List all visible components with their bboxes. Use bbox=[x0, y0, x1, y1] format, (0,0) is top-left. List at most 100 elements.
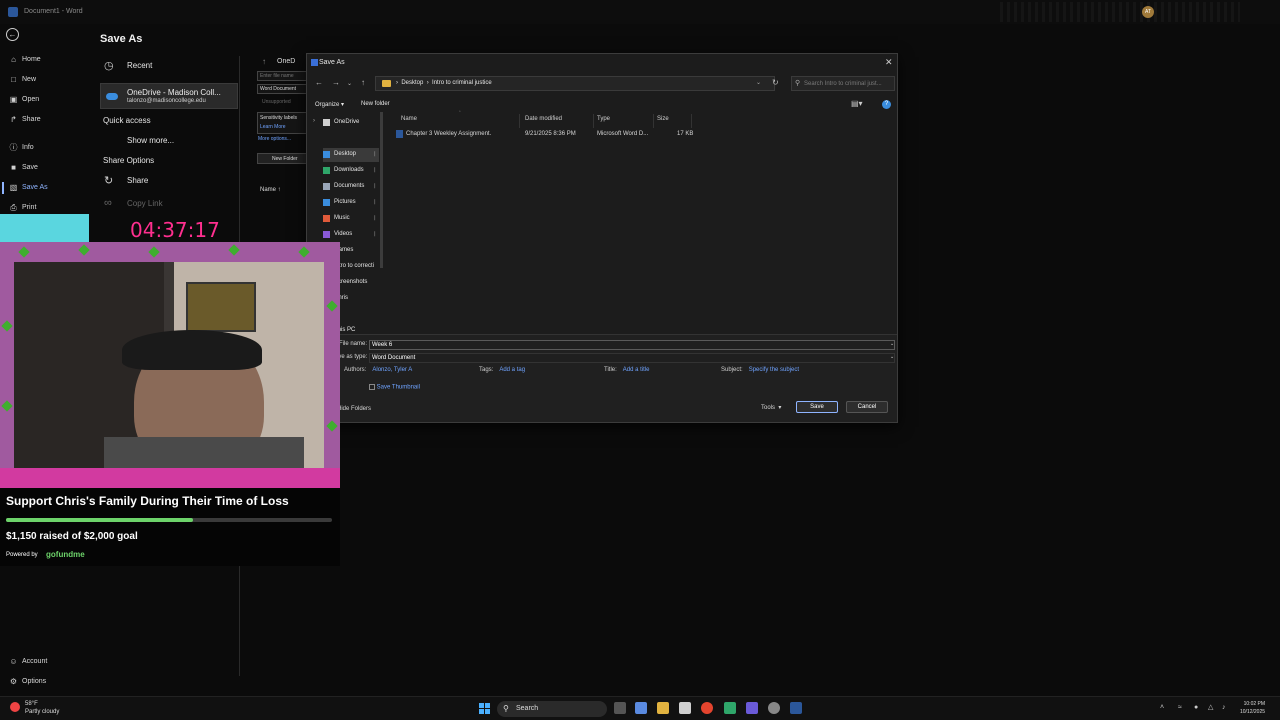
microphone-icon[interactable]: ● bbox=[1194, 704, 1202, 712]
column-separator[interactable] bbox=[519, 114, 520, 128]
pin-icon[interactable]: ❘ bbox=[373, 183, 377, 189]
obs-icon[interactable] bbox=[768, 702, 780, 714]
close-icon[interactable]: ✕ bbox=[885, 57, 893, 68]
nav-item-save[interactable]: ■ Save bbox=[0, 158, 84, 178]
weather-icon[interactable] bbox=[10, 702, 20, 712]
back-icon[interactable]: ← bbox=[315, 78, 323, 87]
authors-field[interactable]: Authors: Alonzo, Tyler A bbox=[344, 367, 412, 373]
show-more-link[interactable]: Show more... bbox=[127, 136, 174, 145]
leaf-decoration bbox=[326, 300, 338, 312]
tree-item-downloads[interactable]: Downloads ❘ bbox=[323, 164, 379, 178]
file-explorer-icon[interactable] bbox=[657, 702, 669, 714]
pin-icon[interactable]: ❘ bbox=[373, 167, 377, 173]
column-date[interactable]: Date modified bbox=[525, 116, 562, 122]
tags-field[interactable]: Tags: Add a tag bbox=[479, 367, 525, 373]
start-windows-icon[interactable] bbox=[479, 703, 491, 715]
tree-item-desktop[interactable]: Desktop ❘ bbox=[323, 148, 379, 162]
tree-item-music[interactable]: Music ❘ bbox=[323, 212, 379, 226]
save-button[interactable]: Save bbox=[796, 401, 838, 413]
clock[interactable]: 10:02 PM 10/12/2025 bbox=[1240, 700, 1265, 716]
recent-location[interactable]: ◷ Recent bbox=[100, 59, 238, 75]
crumb-folder[interactable]: Intro to criminal justice bbox=[432, 80, 492, 86]
name-sort-header[interactable]: Name ↑ bbox=[260, 187, 281, 193]
refresh-icon[interactable]: ↻ bbox=[772, 78, 779, 87]
filename-field-partial[interactable]: Enter file name bbox=[257, 71, 307, 81]
share-option[interactable]: ↻ Share bbox=[100, 174, 238, 190]
new-folder-button[interactable]: New Folder bbox=[257, 153, 307, 164]
more-options-link[interactable]: More options... bbox=[258, 136, 291, 142]
file-name-input[interactable]: Week 6 bbox=[369, 340, 895, 350]
copilot-icon[interactable] bbox=[635, 702, 647, 714]
chevron-right-icon[interactable]: › bbox=[313, 118, 315, 124]
pin-icon[interactable]: ❘ bbox=[373, 231, 377, 237]
nav-item-info[interactable]: ⓘ Info bbox=[0, 138, 84, 158]
nav-item-options[interactable]: ⚙ Options bbox=[0, 672, 84, 692]
title-field[interactable]: Title: Add a title bbox=[604, 367, 649, 373]
address-dropdown-icon[interactable]: ⌄ bbox=[756, 79, 761, 86]
chevron-down-icon[interactable]: ⌄ bbox=[890, 354, 894, 360]
volume-icon[interactable]: ♪ bbox=[1222, 704, 1230, 712]
navigation-scrollbar[interactable] bbox=[380, 112, 383, 268]
xbox-icon[interactable] bbox=[724, 702, 736, 714]
chevron-down-icon[interactable]: ⌄ bbox=[347, 80, 352, 87]
chrome-icon[interactable] bbox=[701, 702, 713, 714]
save-type-select[interactable]: Word Document bbox=[369, 353, 895, 363]
forward-icon[interactable]: → bbox=[332, 78, 340, 87]
nav-item-share[interactable]: ↱ Share bbox=[0, 110, 84, 130]
tags-value[interactable]: Add a tag bbox=[499, 367, 525, 373]
chevron-down-icon[interactable]: ⌄ bbox=[890, 341, 894, 347]
pin-icon[interactable]: ❘ bbox=[373, 199, 377, 205]
nav-item-save-as[interactable]: ▧ Save As bbox=[0, 178, 84, 198]
authors-value[interactable]: Alonzo, Tyler A bbox=[372, 367, 412, 373]
up-icon[interactable]: ↑ bbox=[361, 78, 365, 87]
wifi-icon[interactable]: △ bbox=[1208, 704, 1216, 712]
copy-link-option[interactable]: ∞ Copy Link bbox=[100, 197, 238, 213]
new-folder-button[interactable]: New folder bbox=[361, 101, 390, 107]
search-input[interactable]: ⚲ Search Intro to criminal just... bbox=[791, 76, 895, 91]
pin-icon[interactable]: ❘ bbox=[373, 151, 377, 157]
word-icon[interactable] bbox=[790, 702, 802, 714]
taskbar-search[interactable]: ⚲ Search bbox=[497, 701, 607, 717]
cancel-button[interactable]: Cancel bbox=[846, 401, 888, 413]
weather-temp[interactable]: 58°F bbox=[25, 701, 38, 707]
avatar[interactable]: AT bbox=[1142, 6, 1154, 18]
type-field-partial[interactable]: Word Document bbox=[257, 84, 307, 94]
up-arrow-icon[interactable]: ↑ bbox=[262, 57, 266, 66]
column-name[interactable]: Name bbox=[401, 116, 417, 122]
tree-item-pictures[interactable]: Pictures ❘ bbox=[323, 196, 379, 210]
column-separator[interactable] bbox=[653, 114, 654, 128]
task-view-icon[interactable] bbox=[614, 702, 626, 714]
store-icon[interactable] bbox=[679, 702, 691, 714]
subject-value[interactable]: Specify the subject bbox=[749, 367, 799, 373]
column-size[interactable]: Size bbox=[657, 116, 669, 122]
tree-item-documents[interactable]: Documents ❘ bbox=[323, 180, 379, 194]
thumbnail-checkbox[interactable] bbox=[369, 384, 375, 390]
address-bar[interactable]: › Desktop › Intro to criminal justice ⌄ bbox=[375, 76, 775, 91]
title-value[interactable]: Add a title bbox=[623, 367, 650, 373]
tools-button[interactable]: Tools ▾ bbox=[761, 404, 781, 411]
chevron-up-icon[interactable]: ˄ bbox=[1160, 704, 1168, 712]
learn-more-link[interactable]: Learn More bbox=[260, 124, 286, 130]
column-separator[interactable] bbox=[691, 114, 692, 128]
weather-condition[interactable]: Partly cloudy bbox=[25, 709, 59, 715]
onedrive-location[interactable]: OneDrive - Madison Coll... talonzo@madis… bbox=[100, 83, 238, 109]
column-separator[interactable] bbox=[593, 114, 594, 128]
help-icon[interactable]: ? bbox=[882, 100, 891, 109]
organize-button[interactable]: Organize ▾ bbox=[315, 101, 344, 108]
tree-item-videos[interactable]: Videos ❘ bbox=[323, 228, 379, 242]
back-arrow-icon[interactable]: ← bbox=[6, 28, 19, 41]
hide-folders-button[interactable]: Hide Folders bbox=[337, 406, 371, 412]
nav-item-home[interactable]: ⌂ Home bbox=[0, 50, 84, 70]
crumb-desktop[interactable]: Desktop bbox=[401, 80, 423, 86]
column-type[interactable]: Type bbox=[597, 116, 610, 122]
nav-item-open[interactable]: ▣ Open bbox=[0, 90, 84, 110]
network-icon[interactable]: ≈ bbox=[1178, 704, 1186, 712]
thumbnail-option[interactable]: Save Thumbnail bbox=[369, 384, 420, 391]
tree-item-onedrive[interactable]: OneDrive bbox=[323, 116, 379, 130]
nav-item-new[interactable]: □ New bbox=[0, 70, 84, 90]
discord-icon[interactable] bbox=[746, 702, 758, 714]
pin-icon[interactable]: ❘ bbox=[373, 215, 377, 221]
subject-field[interactable]: Subject: Specify the subject bbox=[721, 367, 799, 373]
view-options-icon[interactable]: ▤▾ bbox=[851, 99, 863, 108]
nav-item-account[interactable]: ☺ Account bbox=[0, 652, 84, 672]
